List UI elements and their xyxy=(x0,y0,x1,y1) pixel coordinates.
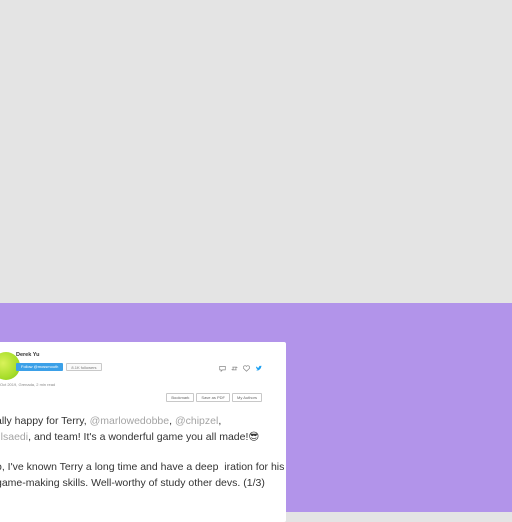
bookmark-button[interactable]: Bookmark xyxy=(166,393,195,402)
my-authors-button[interactable]: My Authors xyxy=(231,393,262,402)
tweet-card: Derek Yu Follow @mossmouth 8.1K follower… xyxy=(0,342,286,522)
followers-count: 8.1K followers xyxy=(66,363,102,371)
reply-icon[interactable] xyxy=(219,365,226,372)
tweet-tools: Bookmark Save as PDF My Authors xyxy=(166,393,262,402)
author-name[interactable]: Derek Yu xyxy=(16,352,39,358)
follow-row: Follow @mossmouth 8.1K followers xyxy=(16,363,102,371)
save-pdf-button[interactable]: Save as PDF xyxy=(196,393,230,402)
mention-link[interactable]: @marlowedobbe xyxy=(90,415,170,427)
like-icon[interactable] xyxy=(243,365,250,372)
emoji: 😎 xyxy=(248,431,260,443)
tweet-actions xyxy=(219,365,262,372)
tweet-text: ally happy for Terry, @marlowedobbe, @ch… xyxy=(0,413,286,491)
retweet-icon[interactable] xyxy=(231,365,238,372)
twitter-bird-icon[interactable] xyxy=(255,365,262,372)
follow-button[interactable]: Follow @mossmouth xyxy=(16,363,64,371)
top-background xyxy=(0,0,512,303)
tweet-paragraph-2: o, I've known Terry a long time and have… xyxy=(0,461,285,489)
tweet-meta: Oct 2019, Grenada, 2 min read xyxy=(0,382,56,387)
tweet-paragraph-1: ally happy for Terry, @marlowedobbe, @ch… xyxy=(0,413,286,445)
mention-link[interactable]: @chipzel xyxy=(175,415,218,427)
mention-link[interactable]: illsaedi xyxy=(0,431,28,443)
